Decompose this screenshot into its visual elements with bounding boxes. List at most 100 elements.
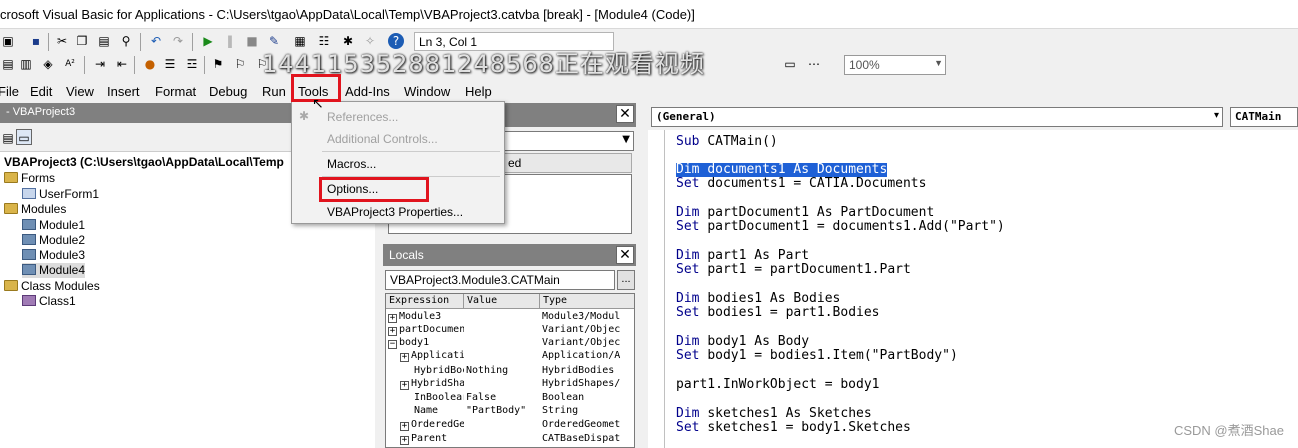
column-header-expression[interactable]: Expression [386, 294, 464, 309]
list-constants-icon[interactable]: ▥ [18, 56, 34, 72]
menu-edit[interactable]: Edit [30, 84, 52, 99]
locals-expr[interactable]: + Module3 [388, 310, 464, 323]
list-properties-icon[interactable]: ▤ [0, 56, 16, 72]
expand-icon[interactable]: + [400, 436, 409, 445]
view-code-icon[interactable]: ▤ [0, 130, 16, 146]
cell-text: HybridSha [411, 378, 464, 389]
locals-expr[interactable]: InBoolear [414, 391, 464, 404]
toggle-folders-icon[interactable]: ▭ [16, 129, 32, 145]
project-explorer-title: - VBAProject3 [6, 106, 76, 118]
undo-icon[interactable]: ↶ [148, 33, 164, 49]
locals-expr[interactable]: + Parent [400, 432, 464, 445]
tree-item-userform1[interactable]: UserForm1 [22, 187, 99, 202]
folder-icon [4, 280, 18, 291]
outdent-icon[interactable]: ⇤ [114, 56, 130, 72]
expand-icon[interactable]: + [400, 422, 409, 431]
tree-folder-class-modules[interactable]: Class Modules [4, 279, 100, 294]
column-header-type[interactable]: Type [540, 294, 634, 309]
menu-item-additional-controls[interactable]: Additional Controls... [327, 132, 438, 146]
complete-word-icon[interactable]: A² [62, 56, 78, 72]
locals-expr[interactable]: Name [414, 404, 464, 417]
menu-window[interactable]: Window [404, 84, 450, 99]
expand-icon[interactable]: + [400, 381, 409, 390]
cell-text: Module3 [399, 311, 442, 322]
expand-icon[interactable]: + [388, 327, 397, 336]
indent-icon[interactable]: ⇥ [92, 56, 108, 72]
code-margin-indicator-bar[interactable] [648, 130, 665, 448]
comment-block-icon[interactable]: ☰ [162, 56, 178, 72]
tree-root[interactable]: VBAProject3 (C:\Users\tgao\AppData\Local… [4, 155, 284, 170]
expand-icon[interactable]: + [388, 314, 397, 323]
paste-icon[interactable]: ▤ [96, 33, 112, 49]
break-icon[interactable]: ‖ [222, 33, 238, 49]
chevron-down-icon: ▼ [934, 58, 943, 68]
tab-categorized[interactable]: ed [503, 153, 632, 173]
locals-type: Variant/Objec [542, 337, 621, 348]
menu-debug[interactable]: Debug [209, 84, 247, 99]
object-combo[interactable]: (General) ▾ [651, 107, 1223, 127]
locals-expr[interactable]: + Applicati [400, 349, 464, 362]
redo-icon[interactable]: ↷ [170, 33, 186, 49]
menu-item-macros[interactable]: Macros... [327, 157, 376, 171]
save-icon[interactable]: ▪ [28, 33, 44, 49]
menu-item-references[interactable]: References... [327, 110, 398, 124]
code-keyword: Dim [676, 406, 708, 421]
collapse-icon[interactable]: − [388, 340, 397, 349]
expand-icon[interactable]: + [400, 353, 409, 362]
run-to-cursor-icon[interactable]: ▭ [782, 56, 798, 72]
menu-insert[interactable]: Insert [107, 84, 140, 99]
locals-value: Nothing [466, 365, 509, 376]
code-keyword: Dim [676, 291, 708, 306]
code-line: Set bodies1 = part1.Bodies [676, 306, 880, 320]
object-combo-value: (General) [656, 110, 716, 123]
tree-item-module3[interactable]: Module3 [22, 248, 85, 263]
watermark: CSDN @煮酒Shae [1173, 423, 1284, 438]
splitter[interactable] [638, 103, 644, 448]
procedure-combo[interactable]: CATMain [1230, 107, 1298, 127]
tree-item-module1[interactable]: Module1 [22, 218, 85, 233]
menu-view[interactable]: View [66, 84, 94, 99]
locals-expr[interactable]: + OrderedGe [400, 418, 464, 431]
reset-icon[interactable]: ■ [244, 33, 260, 49]
close-icon[interactable]: ✕ [616, 105, 634, 123]
menu-run[interactable]: Run [262, 84, 286, 99]
tree-item-module4[interactable]: Module4 [22, 263, 86, 278]
code-keyword: Set [676, 262, 708, 277]
column-header-value[interactable]: Value [464, 294, 540, 309]
zoom-combo[interactable]: 100% ▼ [844, 55, 946, 75]
uncomment-block-icon[interactable]: ☲ [184, 56, 200, 72]
code-editor[interactable]: Sub CATMain() Dim documents1 As Document… [648, 130, 1298, 448]
procedure-combo-value: CATMain [1235, 110, 1282, 123]
cut-icon[interactable]: ✂ [54, 33, 70, 49]
cell-text: partDocumen [399, 324, 464, 335]
locals-expr[interactable]: + partDocumen [388, 323, 464, 336]
tree-folder-forms[interactable]: Forms [4, 171, 55, 186]
next-bookmark-icon[interactable]: ⚐ [232, 56, 248, 72]
run-icon[interactable]: ▶ [200, 33, 216, 49]
close-icon[interactable]: ✕ [616, 246, 634, 264]
tree-item-module2[interactable]: Module2 [22, 233, 85, 248]
view-excel-icon[interactable]: ▣ [0, 33, 16, 49]
copy-icon[interactable]: ❐ [74, 33, 90, 49]
quick-info-icon[interactable]: ◈ [40, 56, 56, 72]
toolbar-options-icon[interactable]: ⋯ [806, 56, 822, 72]
tree-item-class1[interactable]: Class1 [22, 294, 76, 309]
menu-help[interactable]: Help [465, 84, 492, 99]
toolbar-separator [192, 33, 193, 51]
call-path-text: VBAProject3.Module3.CATMain [390, 273, 560, 287]
menu-format[interactable]: Format [155, 84, 196, 99]
code-line: Set documents1 = CATIA.Documents [676, 177, 926, 191]
menu-add-ins[interactable]: Add-Ins [345, 84, 390, 99]
locals-expr[interactable]: HybridBoc [414, 364, 464, 377]
menu-item-project-properties[interactable]: VBAProject3 Properties... [327, 205, 463, 219]
module-icon [22, 264, 36, 275]
call-stack-button[interactable]: ... [617, 270, 635, 290]
locals-expr[interactable]: − body1 [388, 336, 464, 349]
find-icon[interactable]: ⚲ [118, 33, 134, 49]
locals-expr[interactable]: + HybridSha [400, 377, 464, 390]
toggle-bookmark-icon[interactable]: ⚑ [210, 56, 226, 72]
code-line: Dim part1 As Part [676, 249, 809, 263]
tree-folder-modules[interactable]: Modules [4, 202, 66, 217]
menu-file[interactable]: File [0, 84, 19, 99]
toggle-breakpoint-icon[interactable]: ● [142, 56, 158, 72]
